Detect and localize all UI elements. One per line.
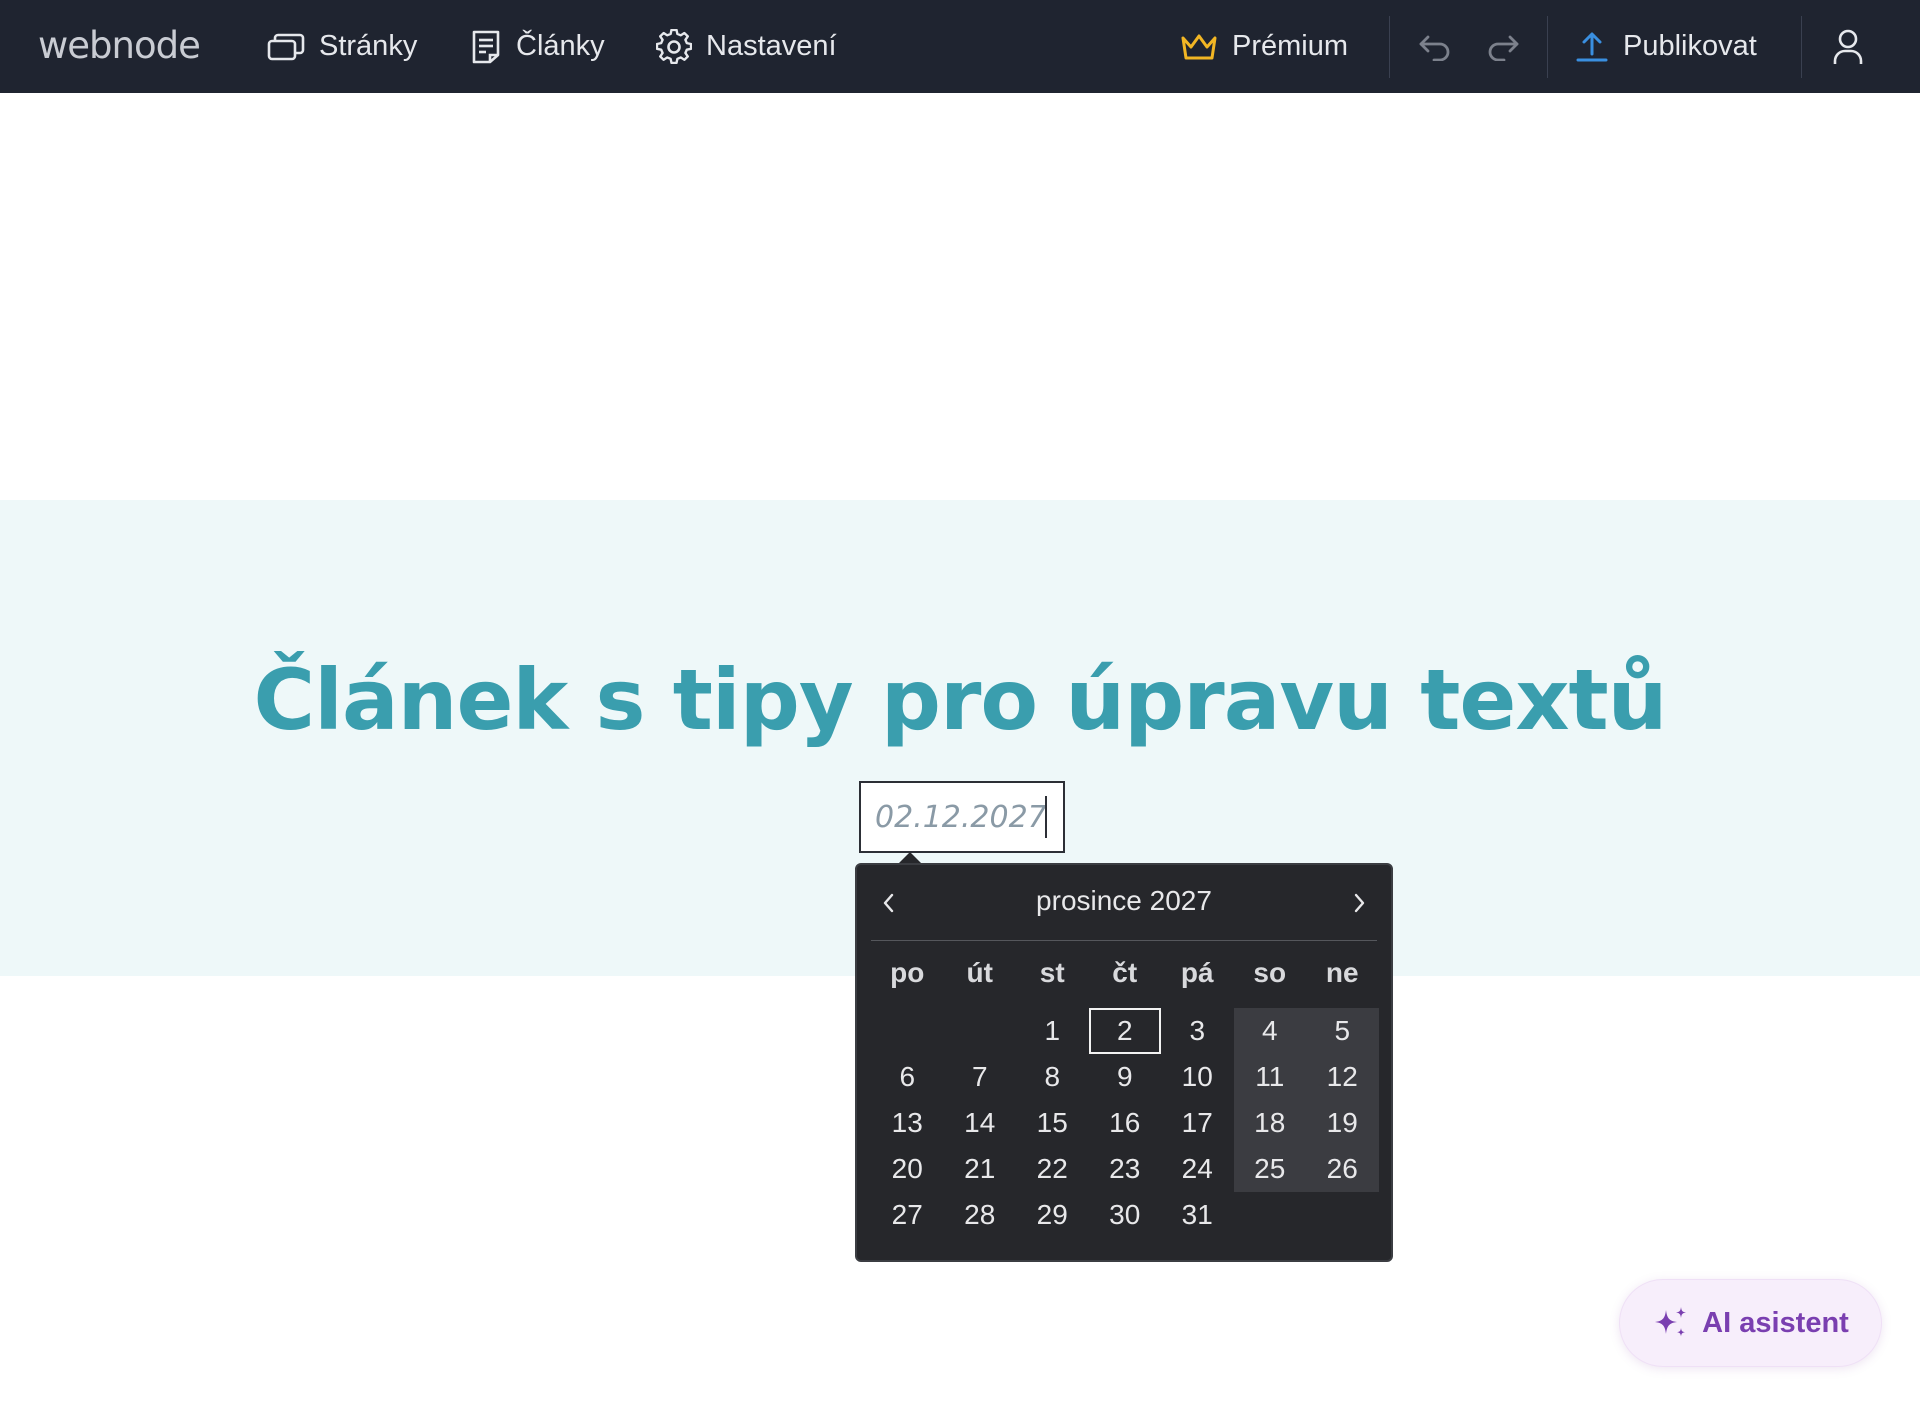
weekday-label: ne: [1325, 957, 1359, 988]
calendar-day[interactable]: 10: [1161, 1054, 1234, 1100]
calendar-day[interactable]: 29: [1016, 1192, 1089, 1238]
premium-label: Prémium: [1232, 30, 1349, 62]
upload-icon: [1576, 32, 1608, 61]
ai-assistant-button[interactable]: AI asistent: [1619, 1279, 1882, 1367]
calendar-day[interactable]: 9: [1089, 1054, 1162, 1100]
calendar-empty-cell: [1306, 1192, 1379, 1238]
nav-settings[interactable]: Nastavení: [656, 0, 837, 93]
top-bar: webnode Stránky Články Nastavení Prémium: [0, 0, 1920, 93]
calendar-day[interactable]: 19: [1306, 1100, 1379, 1146]
calendar-day[interactable]: 31: [1161, 1192, 1234, 1238]
user-icon: [1833, 29, 1863, 64]
sparkle-icon: [1655, 1307, 1687, 1337]
nav-articles-label: Články: [516, 30, 605, 62]
calendar-day[interactable]: 12: [1306, 1054, 1379, 1100]
weekday-label: st: [1039, 957, 1065, 988]
next-month-button[interactable]: [1341, 883, 1377, 923]
ai-assistant-label: AI asistent: [1702, 1306, 1849, 1339]
calendar-day[interactable]: 25: [1234, 1146, 1307, 1192]
calendar-empty-cell: [1234, 1192, 1307, 1238]
weekday-label: pá: [1180, 957, 1214, 988]
nav-settings-label: Nastavení: [706, 30, 837, 62]
calendar-day[interactable]: 13: [871, 1100, 944, 1146]
calendar-days-grid: 1 2 3 4 5 6 7 8 9 10 11 12 13 14 15 16 17 18 19 20 21 22 23 24 2…: [871, 1008, 1377, 1238]
weekday-header-row: po út st čt pá so ne: [871, 957, 1377, 997]
calendar-day[interactable]: 16: [1089, 1100, 1162, 1146]
toolbar-divider: [1801, 16, 1802, 78]
redo-button[interactable]: [1483, 0, 1523, 93]
calendar-day[interactable]: 8: [1016, 1054, 1089, 1100]
calendar-day[interactable]: 23: [1089, 1146, 1162, 1192]
weekday-label: út: [966, 957, 993, 988]
publish-label: Publikovat: [1623, 30, 1757, 62]
calendar-day[interactable]: 26: [1306, 1146, 1379, 1192]
calendar-day[interactable]: 3: [1161, 1008, 1234, 1054]
undo-icon: [1419, 35, 1450, 61]
crown-icon: [1181, 34, 1217, 59]
calendar-day[interactable]: 18: [1234, 1100, 1307, 1146]
nav-pages[interactable]: Stránky: [267, 0, 417, 93]
article-title[interactable]: Článek s tipy pro úpravu textů: [0, 640, 1920, 760]
date-picker-calendar: prosince 2027 po út st čt pá so ne 12345…: [855, 863, 1393, 1262]
calendar-day[interactable]: 5: [1306, 1008, 1379, 1054]
nav-pages-label: Stránky: [319, 30, 418, 62]
calendar-day-selected[interactable]: 2: [1088, 1008, 1162, 1054]
webnode-logo[interactable]: webnode: [38, 22, 201, 70]
weekday-label: čt: [1112, 957, 1138, 988]
user-menu-button[interactable]: [1828, 0, 1868, 93]
calendar-day[interactable]: 6: [871, 1054, 944, 1100]
calendar-month-label: prosince 2027: [1036, 885, 1212, 916]
nav-articles[interactable]: Články: [470, 0, 605, 93]
calendar-day[interactable]: 7: [944, 1054, 1017, 1100]
calendar-empty-cell: [871, 1008, 944, 1054]
article-date-input[interactable]: [859, 781, 1065, 853]
toolbar-divider: [1547, 16, 1548, 78]
undo-button[interactable]: [1415, 0, 1455, 93]
calendar-day[interactable]: 11: [1234, 1054, 1307, 1100]
premium-button[interactable]: Prémium: [1180, 0, 1348, 93]
calendar-day[interactable]: 20: [871, 1146, 944, 1192]
redo-icon: [1488, 35, 1519, 61]
calendar-day[interactable]: 14: [944, 1100, 1017, 1146]
weekday-label: po: [890, 957, 925, 988]
calendar-day[interactable]: 4: [1234, 1008, 1307, 1054]
calendar-header: prosince 2027: [871, 865, 1377, 941]
calendar-empty-cell: [944, 1008, 1017, 1054]
calendar-day[interactable]: 17: [1161, 1100, 1234, 1146]
calendar-day[interactable]: 15: [1016, 1100, 1089, 1146]
calendar-day[interactable]: 21: [944, 1146, 1017, 1192]
calendar-day[interactable]: 28: [944, 1192, 1017, 1238]
weekday-label: so: [1253, 957, 1287, 988]
gear-icon: [656, 28, 692, 64]
article-icon: [472, 30, 500, 63]
publish-button[interactable]: Publikovat: [1575, 0, 1757, 93]
toolbar-divider: [1389, 16, 1390, 78]
calendar-day[interactable]: 1: [1016, 1008, 1089, 1054]
chevron-right-icon: [1354, 893, 1365, 913]
calendar-day[interactable]: 27: [871, 1192, 944, 1238]
pages-icon: [267, 33, 305, 60]
text-caret: [1045, 796, 1047, 838]
calendar-day[interactable]: 22: [1016, 1146, 1089, 1192]
calendar-day[interactable]: 24: [1161, 1146, 1234, 1192]
calendar-day[interactable]: 30: [1089, 1192, 1162, 1238]
